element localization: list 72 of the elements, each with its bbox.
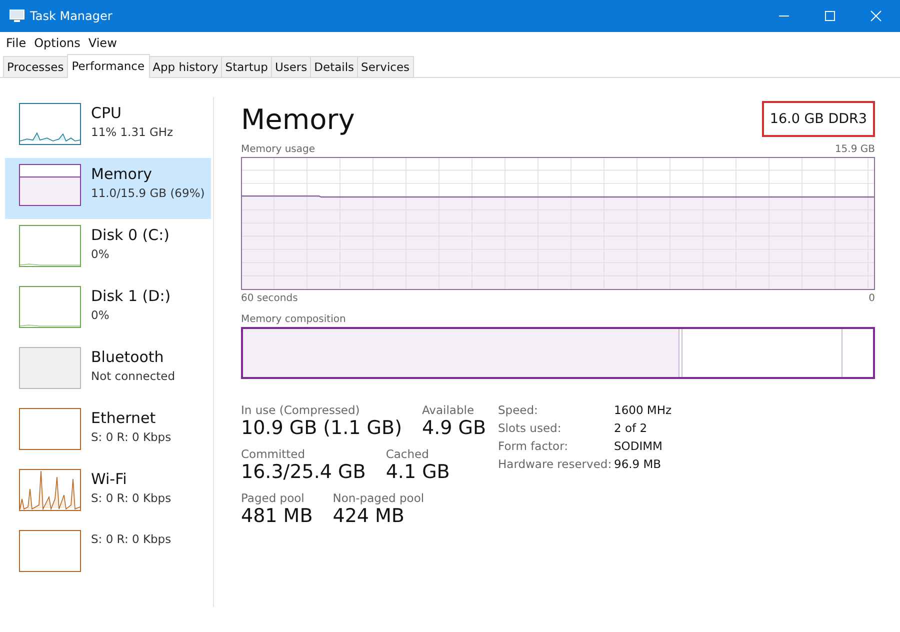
detail-value: 1600 MHz [614, 403, 672, 417]
device-name: Memory [91, 164, 154, 184]
stat-value: 424 MB [332, 505, 406, 527]
axis-label: 0 [868, 292, 875, 304]
device-detail: 0% [91, 307, 110, 324]
stat-value: 4.1 GB [386, 461, 450, 483]
memory-spec: 16.0 GB DDR3 [762, 101, 875, 137]
thumbnail-graph-icon [19, 408, 81, 450]
device-detail: S: 0 R: 0 Kbps [91, 490, 172, 507]
sidebar-item[interactable]: S: 0 R: 0 Kbps [5, 524, 211, 585]
sidebar-item[interactable]: Disk 1 (D:) 0% [5, 280, 211, 341]
device-detail: S: 0 R: 0 Kbps [91, 531, 172, 548]
stat-label: Available [422, 403, 476, 417]
stat-label: Non-paged pool [332, 491, 424, 505]
thumbnail-graph-icon [19, 347, 81, 389]
axis-label: 60 seconds [241, 292, 298, 304]
stat-label: In use (Compressed) [241, 403, 361, 417]
tab[interactable]: App history [148, 56, 222, 77]
menu-item[interactable]: Options [34, 36, 80, 50]
device-name: CPU [91, 103, 122, 123]
thumbnail-graph-icon [19, 164, 81, 206]
device-name: Wi-Fi [91, 469, 128, 489]
detail-label: Speed: [498, 403, 539, 417]
maximize-icon[interactable] [824, 10, 836, 22]
device-name: Ethernet [91, 408, 157, 428]
sidebar-item[interactable]: Ethernet S: 0 R: 0 Kbps [5, 402, 211, 463]
sidebar-item[interactable]: Memory 11.0/15.9 GB (69%) [5, 158, 211, 219]
thumbnail-graph-icon [19, 530, 81, 572]
device-detail: S: 0 R: 0 Kbps [91, 429, 172, 446]
device-detail: Not connected [91, 368, 176, 385]
monitor-icon [9, 9, 25, 23]
detail-value: SODIMM [614, 439, 664, 453]
stat-value: 10.9 GB (1.1 GB) [241, 417, 402, 439]
menu-item[interactable]: File [6, 36, 26, 50]
tab[interactable]: Processes [3, 56, 68, 77]
device-detail: 0% [91, 246, 110, 263]
sidebar-item[interactable]: Disk 0 (C:) 0% [5, 219, 211, 280]
device-name: Disk 0 (C:) [91, 225, 170, 245]
tab[interactable]: Startup [221, 56, 272, 77]
thumbnail-graph-icon [19, 103, 81, 145]
sidebar-item[interactable]: Bluetooth Not connected [5, 341, 211, 402]
detail-label: Form factor: [498, 439, 569, 453]
chart-label: Memory usage [241, 144, 316, 154]
detail-value: 96.9 MB [614, 457, 662, 471]
window-title: Task Manager [30, 9, 112, 23]
thumbnail-graph-icon [19, 286, 81, 328]
stat-value: 16.3/25.4 GB [241, 461, 366, 483]
stat-value: 4.9 GB [422, 417, 486, 439]
tab[interactable]: Details [310, 56, 358, 77]
device-detail: 11% 1.31 GHz [91, 124, 174, 141]
stat-label: Paged pool [241, 491, 306, 505]
tab[interactable]: Users [270, 56, 312, 77]
menu-item[interactable]: View [88, 36, 117, 50]
stat-value: 481 MB [241, 505, 313, 527]
device-name: Disk 1 (D:) [91, 286, 171, 306]
detail-label: Hardware reserved: [498, 457, 613, 471]
detail-value: 2 of 2 [614, 421, 648, 435]
thumbnail-graph-icon [19, 225, 81, 267]
close-icon[interactable] [870, 10, 882, 22]
chart-label: Memory composition [241, 314, 346, 324]
tab[interactable]: Services [357, 56, 414, 77]
detail-label: Slots used: [498, 421, 562, 435]
thumbnail-graph-icon [19, 469, 81, 511]
stat-label: Cached [386, 447, 430, 461]
tab[interactable]: Performance [66, 54, 150, 78]
section-title: Memory [241, 102, 355, 136]
sidebar-item[interactable]: Wi-Fi S: 0 R: 0 Kbps [5, 463, 211, 524]
sidebar-item[interactable]: CPU 11% 1.31 GHz [5, 97, 211, 158]
device-detail: 11.0/15.9 GB (69%) [91, 185, 205, 202]
stat-label: Committed [241, 447, 306, 461]
device-name: Bluetooth [91, 347, 165, 367]
chart-max-label: 15.9 GB [834, 144, 875, 154]
